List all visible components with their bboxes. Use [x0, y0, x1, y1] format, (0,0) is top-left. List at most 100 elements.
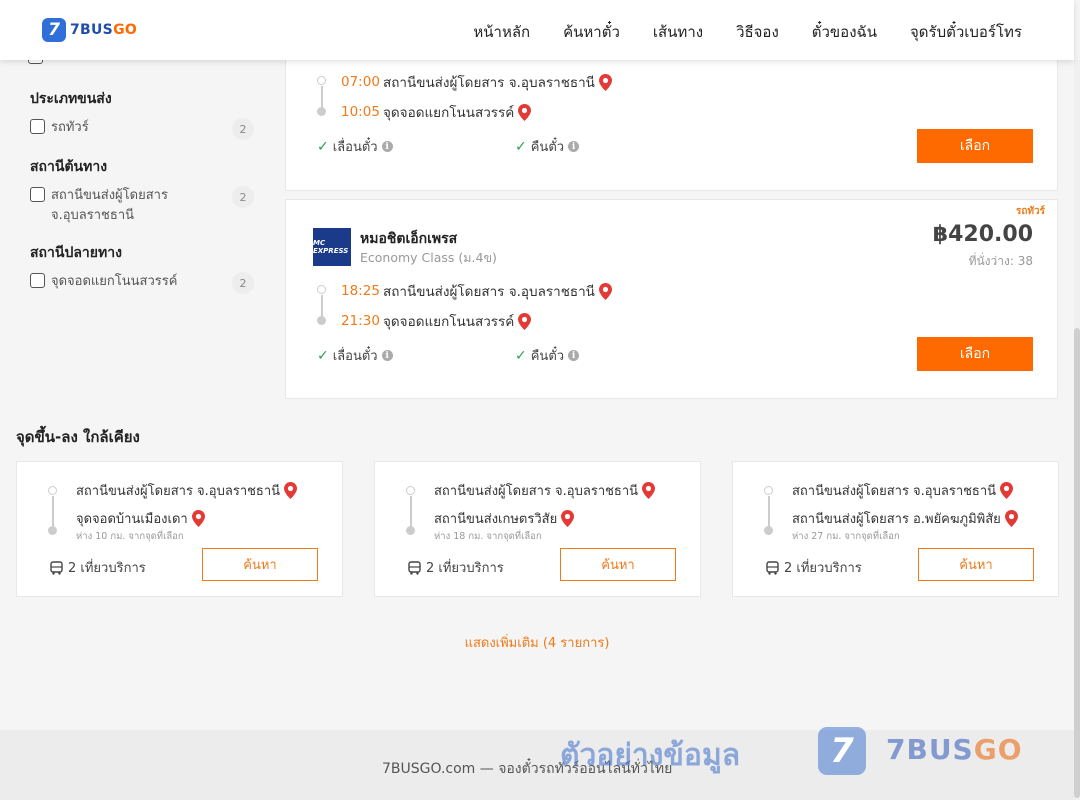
destination-dot: [317, 107, 326, 116]
nav-pickup-contacts[interactable]: จุดรับตั๋วเบอร์โทร: [910, 20, 1022, 44]
depart-stop: สถานีขนส่งผู้โดยสาร จ.อุบลราชธานี: [383, 284, 595, 300]
origin-dot: [317, 285, 326, 294]
arrive-time: 10:05: [341, 104, 380, 120]
filter-label: จุดจอดแยกโนนสวรรค์: [51, 274, 178, 289]
select-trip-button[interactable]: เลือก: [917, 337, 1033, 371]
nearby-to: สถานีขนส่งผู้โดยสาร อ.พยัคฆภูมิพิสัย: [792, 508, 1018, 529]
watermark-brand: 7BUSGO: [886, 733, 1023, 766]
info-icon[interactable]: i: [381, 141, 393, 152]
feature-reschedule: ✓ เลื่อนตั๋ว i: [317, 136, 393, 157]
main-nav: หน้าหลัก ค้นหาตั๋ว เส้นทาง วิธีจอง ตั๋วข…: [473, 20, 1022, 44]
route-line: [321, 295, 323, 317]
page-scrollbar[interactable]: [1074, 60, 1080, 800]
operator-logo: MC EXPRESS: [313, 228, 351, 266]
operator-name: หมอชิตเอ็กเพรส: [360, 231, 458, 247]
nearby-distance: ห่าง 10 กม. จากจุดที่เลือก: [76, 531, 184, 542]
nearby-distance: ห่าง 27 กม. จากจุดที่เลือก: [792, 531, 900, 542]
map-pin-icon[interactable]: [561, 510, 575, 527]
logo-text: 7BUSGO: [70, 22, 138, 38]
info-icon[interactable]: i: [568, 141, 580, 152]
nav-routes[interactable]: เส้นทาง: [653, 20, 703, 44]
depart-time: 18:25: [341, 283, 380, 299]
depart-stop: สถานีขนส่งผู้โดยสาร จ.อุบลราชธานี: [383, 75, 595, 91]
filter-label: รถทัวร์: [51, 120, 89, 135]
ticket-price: ฿420.00: [932, 222, 1033, 247]
show-more-link[interactable]: แสดงเพิ่มเติม (4 รายการ): [0, 632, 1074, 653]
nav-home[interactable]: หน้าหลัก: [473, 20, 530, 44]
destination-dot: [48, 526, 57, 535]
service-class: Economy Class (ม.4ข): [360, 250, 497, 265]
info-icon[interactable]: i: [568, 350, 580, 361]
arrive-time: 21:30: [341, 313, 380, 329]
nearby-trips: 2 เที่ยวบริการ: [766, 557, 862, 578]
filter-count-badge: 2: [232, 118, 254, 140]
sample-watermark: ตัวอย่างข้อมูล: [560, 738, 741, 773]
nearby-from: สถานีขนส่งผู้โดยสาร จ.อุบลราชธานี: [792, 480, 1014, 501]
destination-dot: [317, 316, 326, 325]
map-pin-icon[interactable]: [598, 73, 612, 91]
map-pin-icon[interactable]: [191, 510, 205, 527]
info-icon[interactable]: i: [381, 350, 393, 361]
check-icon: ✓: [317, 347, 329, 364]
route-line: [410, 496, 412, 528]
nav-my-tickets[interactable]: ตั๋วของฉัน: [812, 20, 877, 44]
nearby-search-button[interactable]: ค้นหา: [918, 548, 1034, 581]
select-trip-button[interactable]: เลือก: [917, 129, 1033, 163]
nearby-trips: 2 เที่ยวบริการ: [408, 557, 504, 578]
filter-title-vehicle: ประเภทขนส่ง: [30, 91, 112, 107]
map-pin-icon[interactable]: [598, 282, 612, 300]
top-header: 7 7BUSGO หน้าหลัก ค้นหาตั๋ว เส้นทาง วิธี…: [0, 0, 1074, 60]
map-pin-icon[interactable]: [1000, 482, 1014, 499]
arrive-stop: จุดจอดแยกโนนสวรรค์: [383, 105, 515, 121]
route-line: [768, 496, 770, 528]
nearby-search-button[interactable]: ค้นหา: [560, 548, 676, 581]
filter-label: สถานีขนส่งผู้โดยสาร จ.อุบลราชธานี: [51, 188, 168, 223]
logo-badge-icon: 7: [42, 18, 66, 42]
nearby-search-button[interactable]: ค้นหา: [202, 548, 318, 581]
trip-card: รถทัวร์ MC EXPRESS หมอชิตเอ็กเพรส Econom…: [285, 199, 1058, 399]
check-icon: ✓: [317, 138, 329, 155]
checkbox[interactable]: [30, 187, 45, 202]
route-line: [52, 496, 54, 528]
filter-count-badge: 2: [232, 272, 254, 294]
nearby-card: สถานีขนส่งผู้โดยสาร จ.อุบลราชธานี สถานีข…: [732, 461, 1059, 597]
origin-dot: [317, 76, 326, 85]
vehicle-type-tag: รถทัวร์: [1015, 206, 1045, 217]
filter-title-destination: สถานีปลายทาง: [30, 245, 122, 261]
watermark-logo-badge: 7: [818, 727, 866, 775]
depart-row: 07:00 สถานีขนส่งผู้โดยสาร จ.อุบลราชธานี: [341, 71, 612, 93]
nearby-to: สถานีขนส่งเกษตรวิสัย: [434, 508, 575, 529]
site-logo[interactable]: 7 7BUSGO: [42, 18, 137, 42]
bus-icon: [50, 560, 63, 575]
route-line: [321, 86, 323, 108]
map-pin-icon[interactable]: [518, 312, 532, 330]
nav-how-to-book[interactable]: วิธีจอง: [736, 20, 779, 44]
map-pin-icon[interactable]: [284, 482, 298, 499]
origin-dot: [48, 486, 57, 495]
nearby-distance: ห่าง 18 กม. จากจุดที่เลือก: [434, 531, 542, 542]
check-icon: ✓: [515, 347, 527, 364]
destination-dot: [406, 526, 415, 535]
filter-row-origin[interactable]: สถานีขนส่งผู้โดยสาร จ.อุบลราชธานี 2: [30, 186, 254, 226]
feature-refund: ✓ คืนตั๋ว i: [515, 136, 580, 157]
scrollbar-thumb[interactable]: [1074, 328, 1080, 798]
filter-count-badge: 2: [232, 186, 254, 208]
nearby-to: จุดจอดบ้านเมืองเดา: [76, 508, 205, 529]
nav-search-tickets[interactable]: ค้นหาตั๋ว: [563, 20, 620, 44]
nearby-section-title: จุดขึ้น-ลง ใกล้เคียง: [16, 428, 140, 446]
seats-available: ที่นั่งว่าง: 38: [968, 254, 1033, 268]
nearby-from: สถานีขนส่งผู้โดยสาร จ.อุบลราชธานี: [76, 480, 298, 501]
map-pin-icon[interactable]: [642, 482, 656, 499]
filter-row-destination[interactable]: จุดจอดแยกโนนสวรรค์ 2: [30, 272, 254, 294]
nearby-from: สถานีขนส่งผู้โดยสาร จ.อุบลราชธานี: [434, 480, 656, 501]
origin-dot: [764, 486, 773, 495]
checkbox[interactable]: [30, 119, 45, 134]
map-pin-icon[interactable]: [518, 103, 532, 121]
nearby-card: สถานีขนส่งผู้โดยสาร จ.อุบลราชธานี สถานีข…: [374, 461, 701, 597]
nearby-trips: 2 เที่ยวบริการ: [50, 557, 146, 578]
bus-icon: [408, 560, 421, 575]
destination-dot: [764, 526, 773, 535]
filter-row-vehicle[interactable]: รถทัวร์ 2: [30, 118, 254, 140]
map-pin-icon[interactable]: [1004, 510, 1018, 527]
checkbox[interactable]: [30, 273, 45, 288]
